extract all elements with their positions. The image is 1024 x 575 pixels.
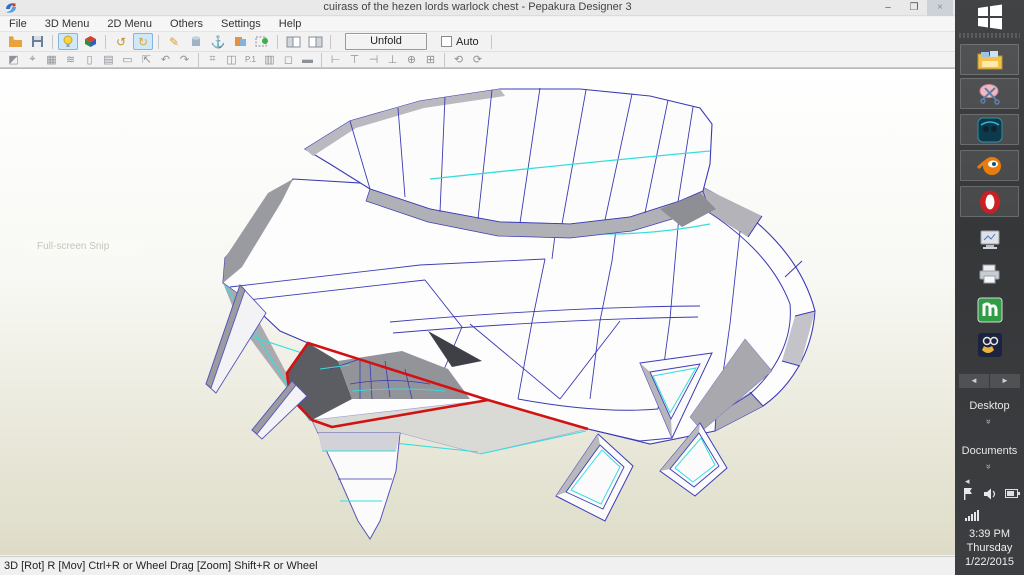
- menu-others[interactable]: Others: [161, 18, 212, 30]
- menu-bar: File 3D Menu 2D Menu Others Settings Hel…: [0, 17, 955, 32]
- material-colors-icon[interactable]: [230, 33, 250, 50]
- menu-help[interactable]: Help: [270, 18, 311, 30]
- taskbar-drag-handle: [959, 33, 1020, 38]
- notepad-n-icon: [977, 297, 1002, 323]
- part-number-icon[interactable]: P.1: [242, 53, 259, 67]
- taskbar-blender[interactable]: [960, 150, 1019, 181]
- 3d-model-wireframe: [205, 87, 816, 540]
- open-file-icon[interactable]: [5, 33, 25, 50]
- taskbar-scroll-row: ◄ ►: [959, 374, 1020, 388]
- clock-day[interactable]: Thursday: [955, 542, 1024, 554]
- documents-toolbar-label[interactable]: Documents: [955, 445, 1024, 457]
- blender-icon: [976, 156, 1001, 175]
- taskbar-opera[interactable]: [960, 186, 1019, 217]
- show-hidden-icons-button[interactable]: ◂: [965, 476, 970, 487]
- align-top-icon[interactable]: ⊤: [346, 53, 363, 67]
- layout-2d-window-icon[interactable]: [305, 33, 325, 50]
- taskbar-media-app[interactable]: [960, 114, 1019, 145]
- taskbar-paint-app[interactable]: [960, 331, 1019, 359]
- move-part-icon[interactable]: ⇱: [138, 53, 155, 67]
- printer-icon: [979, 264, 999, 284]
- restore-button[interactable]: ❐: [901, 0, 927, 16]
- snipping-tool-icon: [979, 83, 1000, 105]
- bound-box-icon[interactable]: ⌗: [204, 53, 221, 67]
- select-part-icon[interactable]: ◩: [5, 53, 22, 67]
- taskbar-file-explorer[interactable]: [960, 44, 1019, 75]
- light-toggle-icon[interactable]: [58, 33, 78, 50]
- rotate-view-icon[interactable]: ↺: [111, 33, 131, 50]
- opera-icon: [979, 190, 1000, 213]
- desktop-toolbar-label[interactable]: Desktop: [955, 400, 1024, 412]
- desktop-expand-chevron[interactable]: »: [955, 416, 1024, 426]
- glue-tabs-icon[interactable]: ▯: [81, 53, 98, 67]
- print-layout-icon[interactable]: ▬: [299, 53, 316, 67]
- align-right-icon[interactable]: ⊣: [365, 53, 382, 67]
- status-bar: 3D [Rot] R [Mov] Ctrl+R or Wheel Drag [Z…: [0, 556, 955, 575]
- menu-file[interactable]: File: [0, 18, 36, 30]
- align-left-icon[interactable]: ⊢: [327, 53, 344, 67]
- minimize-button[interactable]: –: [875, 0, 901, 16]
- file-explorer-icon: [977, 50, 1002, 69]
- rotate-90-icon[interactable]: ⟳: [469, 53, 486, 67]
- mirror-icon[interactable]: ▭: [119, 53, 136, 67]
- stack-parts-icon[interactable]: ▥: [261, 53, 278, 67]
- system-tray: [963, 487, 1020, 500]
- layout-3d-window-icon[interactable]: [283, 33, 303, 50]
- documents-expand-chevron[interactable]: »: [955, 461, 1024, 471]
- unfold-button[interactable]: Unfold: [345, 33, 427, 50]
- power-battery-icon[interactable]: [1005, 489, 1020, 498]
- anchor-icon[interactable]: ⚓: [208, 33, 228, 50]
- sheet-preview-icon[interactable]: ◻: [280, 53, 297, 67]
- start-button[interactable]: [955, 2, 1024, 32]
- title-bar: cuirass of the hezen lords warlock chest…: [0, 0, 955, 16]
- scroll-right-button[interactable]: ►: [990, 374, 1020, 388]
- taskbar-notepad-n[interactable]: [960, 296, 1019, 324]
- align-bottom-icon[interactable]: ⊥: [384, 53, 401, 67]
- edge-select-icon[interactable]: ⌖: [24, 53, 41, 67]
- align-center-h-icon[interactable]: ⊕: [403, 53, 420, 67]
- pencil-edit-icon[interactable]: ✎: [164, 33, 184, 50]
- texture-image-icon[interactable]: ▦: [43, 53, 60, 67]
- taskbar-display-monitor[interactable]: [960, 226, 1019, 254]
- select-green-sphere-icon[interactable]: [252, 33, 272, 50]
- align-distribute-icon[interactable]: ⊞: [422, 53, 439, 67]
- network-signal-icon[interactable]: [965, 510, 979, 521]
- 3d-viewport[interactable]: Full-screen Snip: [0, 68, 955, 555]
- save-file-icon[interactable]: [27, 33, 47, 50]
- taskbar-snipping-tool[interactable]: [960, 78, 1019, 109]
- solid-view-icon[interactable]: [186, 33, 206, 50]
- model-funnel: [317, 432, 401, 540]
- clock-time[interactable]: 3:39 PM: [955, 528, 1024, 540]
- window-title: cuirass of the hezen lords warlock chest…: [323, 1, 632, 13]
- main-toolbar: ↺ ↻ ✎ ⚓ Unfold Auto: [0, 32, 955, 52]
- auto-label: Auto: [456, 35, 479, 48]
- rotate-left-icon[interactable]: ↶: [157, 53, 174, 67]
- auto-checkbox[interactable]: [441, 36, 452, 47]
- scroll-left-button[interactable]: ◄: [959, 374, 989, 388]
- display-monitor-icon: [980, 230, 999, 249]
- layers-icon[interactable]: ≋: [62, 53, 79, 67]
- volume-icon[interactable]: [983, 488, 996, 500]
- menu-2d[interactable]: 2D Menu: [98, 18, 161, 30]
- divide-face-icon[interactable]: ◫: [223, 53, 240, 67]
- windows-logo-icon: [977, 4, 1002, 30]
- texture-cube-icon[interactable]: [80, 33, 100, 50]
- taskbar-printer[interactable]: [960, 260, 1019, 288]
- close-button[interactable]: ×: [927, 0, 953, 16]
- menu-settings[interactable]: Settings: [212, 18, 270, 30]
- pepakura-window: cuirass of the hezen lords warlock chest…: [0, 0, 955, 575]
- paint-app-icon: [977, 333, 1002, 357]
- secondary-toolbar: ◩ ⌖ ▦ ≋ ▯ ▤ ▭ ⇱ ↶ ↷ ⌗ ◫ P.1 ▥ ◻ ▬ ⊢ ⊤ ⊣ …: [0, 52, 955, 68]
- rotate-30-icon[interactable]: ⟲: [450, 53, 467, 67]
- clock-date[interactable]: 1/22/2015: [955, 556, 1024, 568]
- rotate-right-icon[interactable]: ↷: [176, 53, 193, 67]
- action-center-flag-icon[interactable]: [963, 487, 974, 500]
- media-app-icon: [977, 117, 1002, 142]
- sheet-icon[interactable]: ▤: [100, 53, 117, 67]
- menu-3d[interactable]: 3D Menu: [36, 18, 99, 30]
- rotate-view-active-icon[interactable]: ↻: [133, 33, 153, 50]
- windows-taskbar: ◄ ► Desktop » Documents » ◂ 3:39 PM Thur…: [955, 0, 1024, 575]
